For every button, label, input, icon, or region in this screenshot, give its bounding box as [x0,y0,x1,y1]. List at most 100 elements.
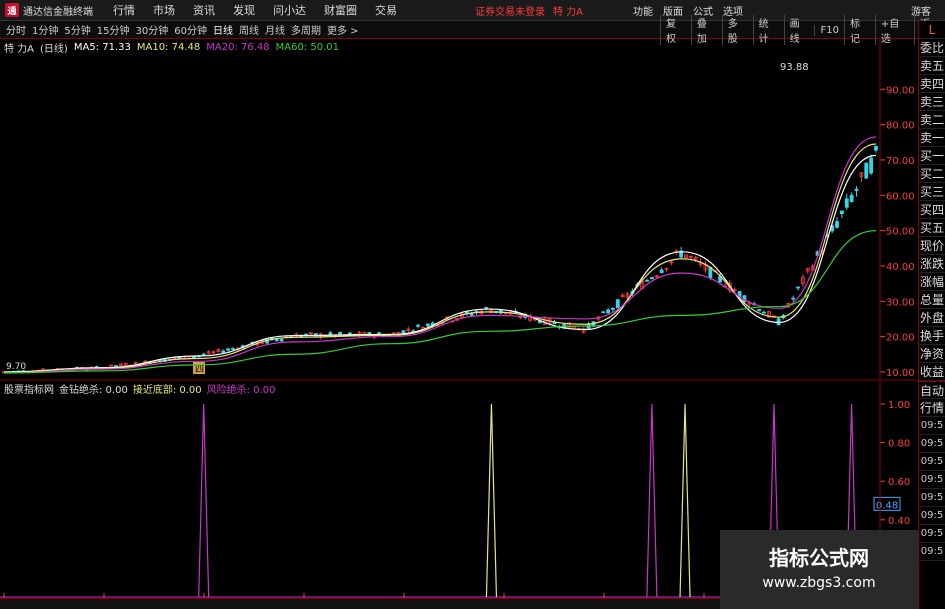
side-item-volume[interactable]: 总量 [919,291,945,309]
side-item-change-pct[interactable]: 涨幅 [919,273,945,291]
side-item-outer[interactable]: 外盘 [919,309,945,327]
indicator-legend: 股票指标网 金钻绝杀: 0.00 接近底部: 0.00 风险绝杀: 0.00 [0,381,280,396]
candle-body [601,311,606,314]
period-more[interactable]: 更多 > [327,22,359,37]
menu-wealth[interactable]: 财富圈 [324,2,357,18]
ma-line-ma10 [3,143,877,374]
tick-time: 09:5 [919,507,945,525]
ind-current-value: 0.48 [876,500,898,511]
stock-title: 特 力A [553,6,584,18]
ind-signal-spike [679,403,691,598]
candle-body [869,157,874,174]
tool-f10[interactable]: F10 [814,24,843,36]
candle-body [839,210,844,215]
period-toolbar: 分时 1分钟 5分钟 15分钟 30分钟 60分钟 日线 周线 月线 多周期 更… [0,15,945,45]
candle-body [615,299,620,309]
ind-signal-spike [485,403,498,598]
side-item-turnover[interactable]: 换手 [919,327,945,345]
menu-discover[interactable]: 发现 [233,2,255,18]
candle-body [425,323,430,327]
side-item-price[interactable]: 现价 [919,237,945,255]
candle-body [221,350,226,353]
candle-body [762,311,766,314]
high-price-label: 93.88 [780,62,809,73]
menu-assistant[interactable]: 问小达 [273,2,306,18]
price-tick-label: 90.00 [886,85,915,96]
tick-time: 09:5 [919,417,945,435]
period-daily[interactable]: 日线 [213,22,233,37]
candle-body [484,307,489,309]
period-5min[interactable]: 5分钟 [64,22,90,37]
indicator-series-2: 接近底部: 0.00 [132,384,202,396]
candle-body [849,194,854,202]
period-monthly[interactable]: 月线 [265,22,285,37]
ind-tick-label: 0.40 [888,516,910,527]
side-item-sell1[interactable]: 卖一 [919,129,945,147]
candle-body [659,269,664,274]
legend-period: (日线) [40,43,68,55]
candle-body [757,309,761,312]
side-item-buy4[interactable]: 买四 [919,201,945,219]
candle-body [347,332,352,335]
price-tick-label: 30.00 [886,297,915,308]
period-multi[interactable]: 多周期 [291,22,321,37]
side-item-sell4[interactable]: 卖四 [919,75,945,93]
side-item-sell5[interactable]: 卖五 [919,57,945,75]
side-item-sell3[interactable]: 卖三 [919,93,945,111]
period-weekly[interactable]: 周线 [239,22,259,37]
candle-body [114,365,118,367]
kline-chart[interactable]: 93.88 9.70 四 90.00 80.00 70.00 60.00 50.00 40.0… [0,39,918,598]
candle-body [274,339,279,342]
side-item-buy2[interactable]: 买二 [919,165,945,183]
tab-quotes[interactable]: 行情 [919,399,945,417]
ma-line-ma5 [3,154,877,373]
side-item-weibi[interactable]: 委比 [919,39,945,57]
event-marker-glyph: 四 [195,365,204,375]
candle-body [416,324,420,327]
candle-body [338,331,343,335]
ind-tick-label: 0.80 [888,439,910,450]
period-1min[interactable]: 1分钟 [32,22,58,37]
candle-body [279,338,284,342]
tick-time: 09:5 [919,453,945,471]
period-60min[interactable]: 60分钟 [174,22,207,37]
watermark-url: www.zbgs3.com [762,575,876,591]
period-15min[interactable]: 15分钟 [97,22,130,37]
side-item-netasset[interactable]: 净资 [919,345,945,363]
candle-body [854,188,859,191]
tick-time: 09:5 [919,543,945,561]
side-item-change[interactable]: 涨跌 [919,255,945,273]
side-item-buy5[interactable]: 买五 [919,219,945,237]
candle-body [796,286,800,289]
candle-body [864,162,869,179]
menu-quotes[interactable]: 行情 [113,2,135,18]
menu-functions[interactable]: 功能 [633,3,653,18]
price-tick-label: 70.00 [886,156,915,167]
tab-auto[interactable]: 自动 [919,381,945,399]
watermark-title: 指标公式网 [769,546,869,570]
menu-market[interactable]: 市场 [153,2,175,18]
indicator-series-3: 风险绝杀: 0.00 [206,384,276,396]
candle-body [192,356,196,359]
period-intraday[interactable]: 分时 [6,22,26,37]
candle-body [377,332,382,335]
side-item-sell2[interactable]: 卖二 [919,111,945,129]
side-item-buy1[interactable]: 买一 [919,147,945,165]
legend-ma10: MA10: 74.48 [136,41,201,53]
menu-news[interactable]: 资讯 [193,2,215,18]
candle-body [844,198,849,208]
period-30min[interactable]: 30分钟 [135,22,168,37]
watermark: 指标公式网 www.zbgs3.com [720,530,918,609]
ind-tick-label: 1.00 [888,400,910,411]
price-tick-label: 20.00 [886,333,915,344]
ind-tick-label: 0.60 [888,477,910,488]
price-tick-label: 80.00 [886,121,915,132]
legend-ma5: MA5: 71.33 [73,41,131,53]
menu-trade[interactable]: 交易 [375,2,397,18]
candle-body [606,309,610,314]
login-warning[interactable]: 证券交易未登录 [475,3,545,18]
side-item-buy3[interactable]: 买三 [919,183,945,201]
side-item-eps[interactable]: 收益 [919,363,945,381]
ind-signal-spike [646,403,658,598]
candle-body [469,313,474,316]
